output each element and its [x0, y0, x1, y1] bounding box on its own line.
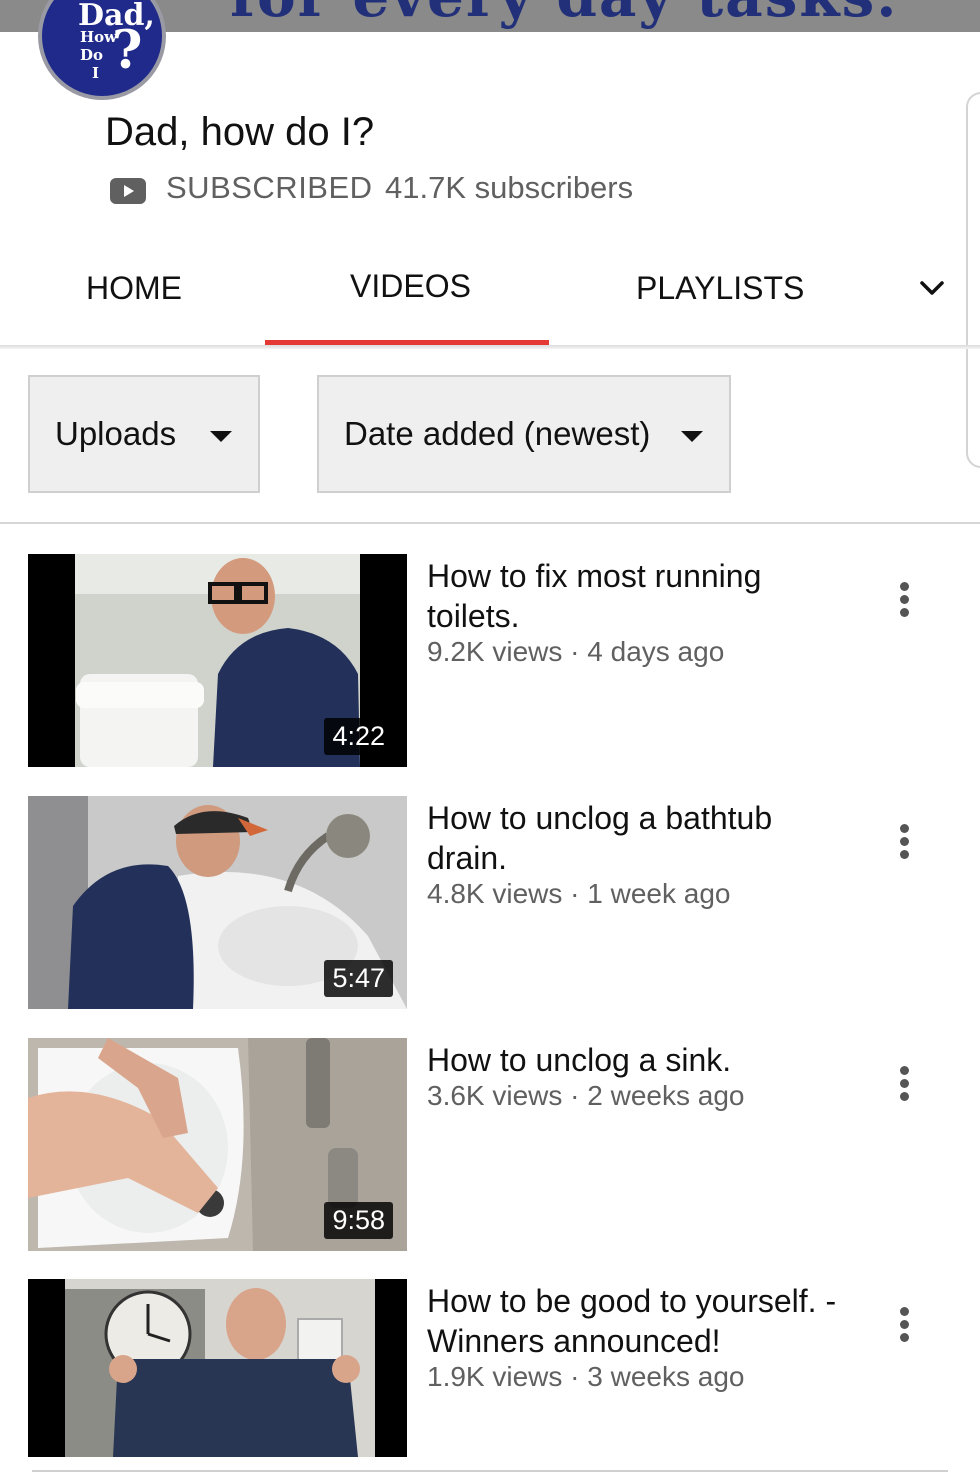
video-duration: 4:22	[324, 718, 393, 755]
video-list-item[interactable]: 4:22 How to fix most running toilets. 9.…	[0, 554, 980, 768]
video-list-item[interactable]: 5:47 How to unclog a bathtub drain. 4.8K…	[0, 796, 980, 1010]
side-panel-handle[interactable]	[966, 92, 980, 468]
thumbnail-image	[28, 1279, 407, 1457]
video-meta: 3.6K views · 2 weeks ago	[427, 1080, 745, 1111]
banner-text: for every day tasks.	[230, 0, 898, 30]
youtube-play-icon	[110, 178, 146, 204]
video-title[interactable]: How to be good to yourself. - Winners an…	[427, 1281, 857, 1361]
caret-down-icon	[681, 431, 703, 442]
video-thumbnail[interactable]: 9:58	[28, 1038, 407, 1251]
tab-home[interactable]: HOME	[86, 270, 182, 307]
uploads-dropdown-label: Uploads	[55, 415, 177, 452]
tab-playlists[interactable]: PLAYLISTS	[636, 270, 804, 307]
sort-dropdown-label: Date added (newest)	[344, 415, 651, 452]
caret-down-icon	[210, 431, 232, 442]
bottom-divider	[32, 1470, 948, 1472]
sort-dropdown[interactable]: Date added (newest)	[317, 375, 731, 493]
more-vert-icon[interactable]	[895, 824, 913, 864]
video-meta: 1.9K views · 3 weeks ago	[427, 1361, 745, 1392]
filter-divider	[0, 522, 980, 524]
more-vert-icon[interactable]	[895, 1066, 913, 1106]
more-vert-icon[interactable]	[895, 1307, 913, 1347]
video-meta: 4.8K views · 1 week ago	[427, 878, 731, 909]
video-list-item[interactable]: How to be good to yourself. - Winners an…	[0, 1279, 980, 1459]
video-title[interactable]: How to unclog a bathtub drain.	[427, 798, 857, 878]
tabs-divider	[0, 345, 980, 349]
video-duration: 9:58	[324, 1202, 393, 1239]
channel-name: Dad, how do I?	[105, 110, 375, 154]
tab-videos[interactable]: VIDEOS	[350, 268, 471, 305]
subscribed-button[interactable]: SUBSCRIBED	[166, 170, 373, 206]
video-thumbnail[interactable]	[28, 1279, 407, 1457]
chevron-down-icon[interactable]	[918, 276, 946, 300]
video-meta: 9.2K views · 4 days ago	[427, 636, 725, 667]
subscriber-count: 41.7K subscribers	[385, 170, 634, 205]
video-title[interactable]: How to unclog a sink.	[427, 1040, 857, 1080]
more-vert-icon[interactable]	[895, 582, 913, 622]
uploads-dropdown[interactable]: Uploads	[28, 375, 260, 493]
video-title[interactable]: How to fix most running toilets.	[427, 556, 857, 636]
video-duration: 5:47	[324, 960, 393, 997]
channel-avatar[interactable]: Dad, How Do I ?	[38, 0, 166, 100]
video-thumbnail[interactable]: 4:22	[28, 554, 407, 767]
video-thumbnail[interactable]: 5:47	[28, 796, 407, 1009]
video-list-item[interactable]: 9:58 How to unclog a sink. 3.6K views · …	[0, 1038, 980, 1252]
avatar-question-mark: ?	[112, 20, 143, 81]
